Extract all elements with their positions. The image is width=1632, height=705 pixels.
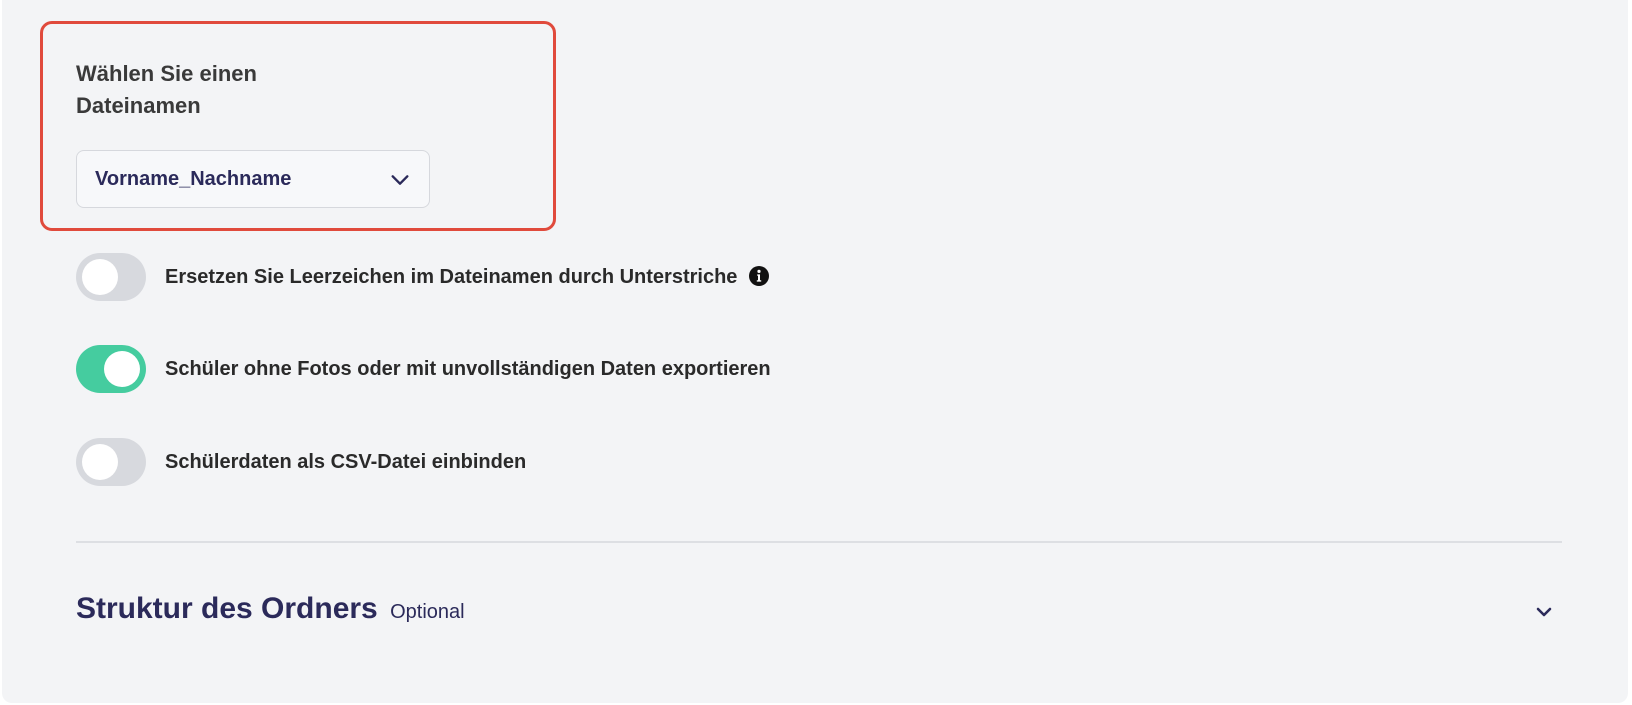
include-csv-label: Schülerdaten als CSV-Datei einbinden bbox=[165, 450, 527, 473]
replace-spaces-label: Ersetzen Sie Leerzeichen im Dateinamen d… bbox=[165, 265, 770, 289]
filename-label-line2: Dateinamen bbox=[76, 93, 201, 118]
filename-label: Wählen Sie einen Dateinamen bbox=[76, 58, 376, 122]
filename-select-value: Vorname_Nachname bbox=[95, 168, 292, 190]
folder-structure-section-header[interactable]: Struktur des Ordners Optional bbox=[76, 586, 1556, 636]
folder-structure-title: Struktur des Ordners Optional bbox=[76, 592, 465, 626]
optional-tag: Optional bbox=[390, 601, 465, 623]
info-icon[interactable] bbox=[749, 265, 770, 286]
include-csv-toggle[interactable] bbox=[76, 438, 146, 486]
toggle-knob bbox=[82, 444, 118, 480]
toggle-knob bbox=[104, 351, 140, 387]
toggle-knob bbox=[82, 259, 118, 295]
filename-select[interactable]: Vorname_Nachname bbox=[76, 150, 430, 208]
export-incomplete-label: Schüler ohne Fotos oder mit unvollständi… bbox=[165, 357, 771, 380]
export-incomplete-toggle[interactable] bbox=[76, 345, 146, 393]
chevron-down-icon bbox=[391, 175, 409, 185]
toggle-row-include-csv: Schülerdaten als CSV-Datei einbinden bbox=[76, 438, 526, 486]
filename-label-line1: Wählen Sie einen bbox=[76, 61, 257, 86]
toggle-row-export-incomplete: Schüler ohne Fotos oder mit unvollständi… bbox=[76, 345, 771, 393]
replace-spaces-toggle[interactable] bbox=[76, 253, 146, 301]
folder-structure-title-text: Struktur des Ordners bbox=[76, 592, 378, 625]
replace-spaces-label-text: Ersetzen Sie Leerzeichen im Dateinamen d… bbox=[165, 265, 738, 288]
export-settings-panel: Wählen Sie einen Dateinamen Vorname_Nach… bbox=[2, 0, 1628, 703]
toggle-row-replace-spaces: Ersetzen Sie Leerzeichen im Dateinamen d… bbox=[76, 253, 770, 301]
section-divider bbox=[76, 541, 1562, 543]
chevron-down-icon[interactable] bbox=[1532, 600, 1556, 624]
